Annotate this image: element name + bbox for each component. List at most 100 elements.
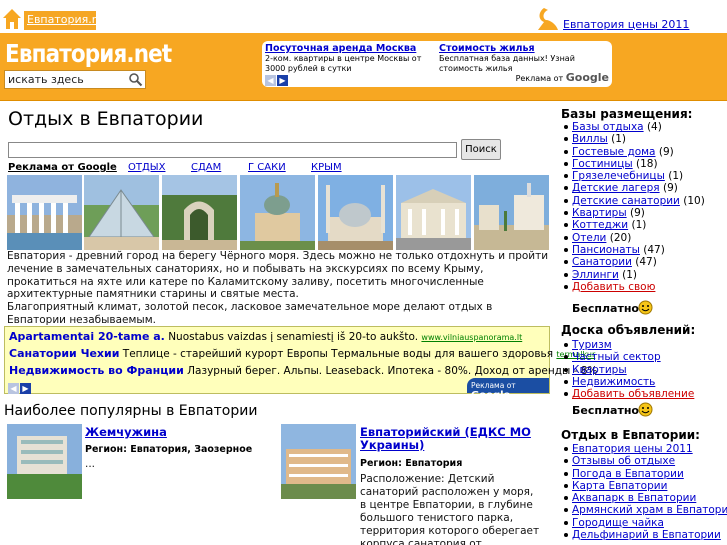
base-item[interactable]: Квартиры (9) [563,207,705,219]
photo-pyramid[interactable] [84,175,159,250]
board-item-link[interactable]: Туризм [572,339,612,351]
board-item[interactable]: Недвижимость [563,376,694,388]
ad-item-2-title[interactable]: Санатории Чехии [9,347,119,360]
base-item-link[interactable]: Базы отдыха [572,121,644,133]
ad-item-1-url[interactable]: www.vilniauspanorama.lt [421,333,522,342]
base-item[interactable]: Виллы (1) [563,133,705,145]
chevron-right-icon[interactable]: ▶ [277,75,288,86]
photo-colonnade[interactable] [7,175,82,250]
header-ad-1-title[interactable]: Посуточная аренда Москва [265,43,437,54]
popular-item-2-title[interactable]: Евпаторийский (ЕДКС МО Украины) [360,426,540,452]
header-ad-1[interactable]: Посуточная аренда Москва 2-ком. квартиры… [265,43,437,74]
ad-item-1-text: Nuostabus vaizdas į senamiestį iš 20-to … [164,331,419,343]
ad-item-3-text: Лазурный берег. Альпы. Leaseback. Ипотек… [183,365,598,377]
base-item[interactable]: Эллинги (1) [563,269,705,281]
top-prices-link[interactable]: Евпатория цены 2011 [563,18,689,31]
chevron-right-icon[interactable]: ▶ [20,383,31,394]
search-icon[interactable] [128,72,143,87]
ad-item-2[interactable]: Санатории Чехии Теплице - старейший куро… [9,347,595,360]
photo-church[interactable] [240,175,315,250]
main-search-input[interactable] [8,142,457,158]
base-item-link[interactable]: Грязелечебницы [572,170,665,182]
ad-item-1-title[interactable]: Apartamentai 20-tame a. [9,330,165,343]
base-item-link[interactable]: Квартиры [572,207,627,219]
header-ad-2-title[interactable]: Стоимость жилья [439,43,611,54]
photo-mosque[interactable] [318,175,393,250]
base-item[interactable]: Коттеджи (1) [563,219,705,231]
popular-item-1-photo[interactable] [7,424,82,499]
base-item[interactable]: Санатории (47) [563,256,705,268]
rest-item-link[interactable]: Погода в Евпатории [572,468,684,480]
base-item-link[interactable]: Коттеджи [572,219,628,231]
base-item[interactable]: Детские лагеря (9) [563,182,705,194]
base-item[interactable]: Гостевые дома (9) [563,146,705,158]
add-ad-item[interactable]: Добавить объявление [563,388,694,400]
rest-item-link[interactable]: Дельфинарий в Евпатории [572,529,721,541]
rest-item[interactable]: Армянский храм в Евпатории [563,504,727,516]
tab-saki[interactable]: Г САКИ [248,162,286,173]
base-item[interactable]: Пансионаты (47) [563,244,705,256]
rest-item[interactable]: Аквапарк в Евпатории [563,492,727,504]
rest-item-link[interactable]: Евпатория цены 2011 [572,443,693,455]
top-site-link[interactable]: Евпатория.net [24,11,110,30]
base-item-link[interactable]: Гостиницы [572,158,633,170]
tab-otdyh[interactable]: ОТДЫХ [128,162,165,173]
base-item[interactable]: Базы отдыха (4) [563,121,705,133]
rest-item[interactable]: Отзывы об отдыхе [563,455,727,467]
chevron-left-icon[interactable]: ◀ [8,383,19,394]
rest-item-link[interactable]: Армянский храм в Евпатории [572,504,727,516]
board-item[interactable]: Частный сектор [563,351,694,363]
board-item[interactable]: Квартиры [563,364,694,376]
ad-item-3[interactable]: Недвижимость во Франции Лазурный берег. … [9,364,597,377]
board-item-link[interactable]: Частный сектор [572,351,661,363]
base-item-link[interactable]: Детские санатории [572,195,680,207]
rest-item-link[interactable]: Карта Евпатории [572,480,667,492]
swan-logo-icon [538,8,558,30]
base-item[interactable]: Отели (20) [563,232,705,244]
add-ad-link[interactable]: Добавить объявление [572,388,694,400]
rest-item-link[interactable]: Отзывы об отдыхе [572,455,675,467]
header-ad-2[interactable]: Стоимость жилья Бесплатная база данных! … [439,43,611,74]
rest-item[interactable]: Городище чайка [563,517,727,529]
tab-krym[interactable]: КРЫМ [311,162,342,173]
ad-box-ads-by-google[interactable]: Реклама от Google [467,378,549,401]
tab-ads-by-google[interactable]: Реклама от Google [8,162,117,173]
board-item-link[interactable]: Квартиры [572,364,627,376]
base-item-link[interactable]: Пансионаты [572,244,640,256]
chevron-left-icon[interactable]: ◀ [265,75,276,86]
ad-item-3-title[interactable]: Недвижимость во Франции [9,364,184,377]
rest-item[interactable]: Евпатория цены 2011 [563,443,727,455]
base-item-link[interactable]: Детские лагеря [572,182,660,194]
tab-sdam[interactable]: СДАМ [191,162,221,173]
photo-gate[interactable] [162,175,237,250]
ad-item-1[interactable]: Apartamentai 20-tame a. Nuostabus vaizda… [9,330,522,343]
board-item[interactable]: Туризм [563,339,694,351]
ads-by-google[interactable]: Реклама от Google [516,71,609,84]
base-item-link[interactable]: Санатории [572,256,632,268]
base-item-link[interactable]: Эллинги [572,269,619,281]
photo-promenade[interactable] [474,175,549,250]
rest-item[interactable]: Погода в Евпатории [563,468,727,480]
site-search-input[interactable] [5,71,123,88]
site-logo[interactable]: Евпатория.net [5,39,172,68]
add-base-link[interactable]: Добавить свою [572,281,655,293]
rest-item[interactable]: Карта Евпатории [563,480,727,492]
photo-theatre[interactable] [396,175,471,250]
search-button[interactable]: Поиск [461,139,501,160]
popular-item-1-title[interactable]: Жемчужина [85,426,265,439]
rest-item-link[interactable]: Аквапарк в Евпатории [572,492,696,504]
base-item-link[interactable]: Отели [572,232,606,244]
ad-box-ads-by-label: Реклама от [471,381,516,390]
popular-item-2-photo[interactable] [281,424,356,499]
base-item-link[interactable]: Виллы [572,133,608,145]
base-item-link[interactable]: Гостевые дома [572,146,656,158]
rest-item[interactable]: Дельфинарий в Евпатории [563,529,727,541]
base-item[interactable]: Детские санатории (10) [563,195,705,207]
free-label-2: Бесплатно [572,404,639,417]
base-item[interactable]: Гостиницы (18) [563,158,705,170]
add-base-item[interactable]: Добавить свою [563,281,705,293]
base-item[interactable]: Грязелечебницы (1) [563,170,705,182]
home-icon[interactable] [2,8,22,30]
board-item-link[interactable]: Недвижимость [572,376,655,388]
rest-item-link[interactable]: Городище чайка [572,517,664,529]
